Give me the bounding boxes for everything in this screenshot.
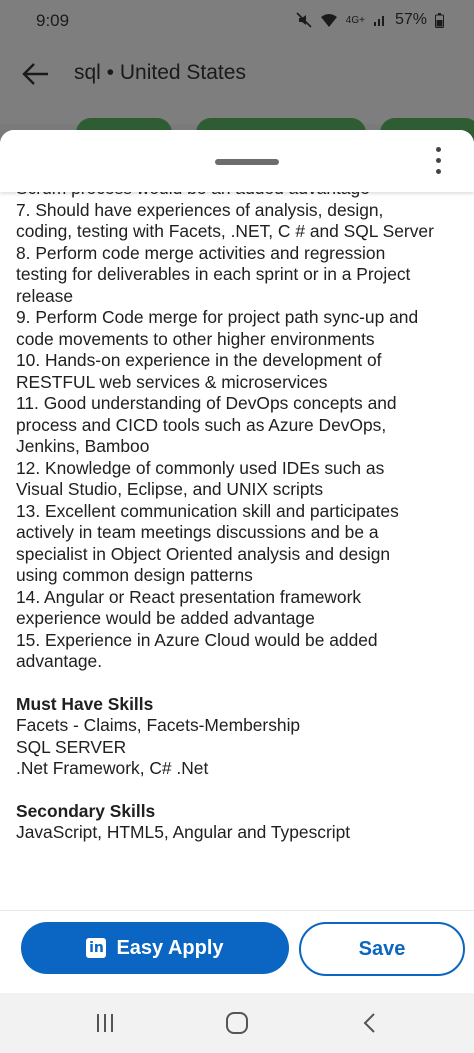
description-line: coding, testing with Facets, .NET, C # a… [16, 221, 434, 241]
description-line: 10. Hands-on experience in the developme… [16, 350, 382, 370]
description-line: using common design patterns [16, 565, 253, 585]
job-description: Scrum process would be an added advantag… [16, 178, 460, 844]
must-have-item: SQL SERVER [16, 736, 127, 757]
drag-handle[interactable] [215, 159, 279, 165]
must-have-heading: Must Have Skills [16, 693, 154, 714]
search-title[interactable]: sql • United States [74, 61, 246, 85]
recent-apps-icon[interactable] [91, 1011, 119, 1035]
save-button[interactable]: Save [299, 922, 465, 976]
must-have-item: .Net Framework, C# .Net [16, 758, 209, 778]
description-line: testing for deliverables in each sprint … [16, 264, 411, 284]
system-nav-bar [0, 993, 474, 1053]
description-line: 14. Angular or React presentation framew… [16, 586, 362, 607]
app-bar: sql • United States [0, 44, 474, 124]
signal-icon [373, 16, 384, 26]
network-type: 4G+ [345, 14, 365, 26]
description-line: code movements to other higher environme… [16, 328, 375, 349]
description-line: specialist in Object Oriented analysis a… [16, 543, 391, 564]
description-line: 12. Knowledge of commonly used IDEs such… [16, 457, 385, 478]
back-arrow-icon[interactable] [20, 58, 52, 90]
wifi-icon [320, 14, 337, 27]
battery-percent: 57% [394, 11, 427, 28]
description-line: process and CICD tools such as Azure Dev… [16, 414, 387, 435]
more-options-icon[interactable] [434, 147, 442, 177]
easy-apply-button[interactable]: in Easy Apply [21, 922, 289, 974]
must-have-item: Facets - Claims, Facets-Membership [16, 715, 301, 735]
status-bar: 9:09 4G+ 57% [0, 0, 474, 44]
secondary-skills-heading: Secondary Skills [16, 800, 156, 821]
battery-icon [435, 12, 444, 28]
description-line: 15. Experience in Azure Cloud would be a… [16, 629, 378, 650]
mute-icon [296, 12, 312, 28]
easy-apply-label: Easy Apply [116, 936, 224, 959]
back-nav-icon[interactable] [356, 1011, 384, 1035]
description-line: actively in team meetings discussions an… [16, 522, 379, 542]
description-line: 7. Should have experiences of analysis, … [16, 199, 384, 220]
description-line: 11. Good understanding of DevOps concept… [16, 393, 397, 413]
description-line: RESTFUL web services & microservices [16, 371, 328, 392]
description-line: experience would be added advantage [16, 608, 315, 628]
home-icon[interactable] [223, 1011, 251, 1035]
status-icons: 4G+ 57% [296, 11, 444, 29]
save-label: Save [358, 937, 406, 960]
description-line: 9. Perform Code merge for project path s… [16, 307, 419, 327]
secondary-skill-item: JavaScript, HTML5, Angular and Typescrip… [16, 822, 351, 842]
description-line: Visual Studio, Eclipse, and UNIX scripts [16, 479, 324, 499]
linkedin-icon: in [86, 938, 107, 958]
sheet-header [0, 130, 474, 192]
status-time: 9:09 [36, 11, 70, 30]
action-footer: in Easy Apply Save [0, 910, 474, 993]
description-line: 8. Perform code merge activities and reg… [16, 242, 386, 263]
description-line: advantage. [16, 651, 103, 671]
description-line: 13. Excellent communication skill and pa… [16, 500, 399, 521]
job-details-sheet: Scrum process would be an added advantag… [0, 130, 474, 993]
description-line: Jenkins, Bamboo [16, 436, 150, 456]
description-line: release [16, 285, 74, 306]
